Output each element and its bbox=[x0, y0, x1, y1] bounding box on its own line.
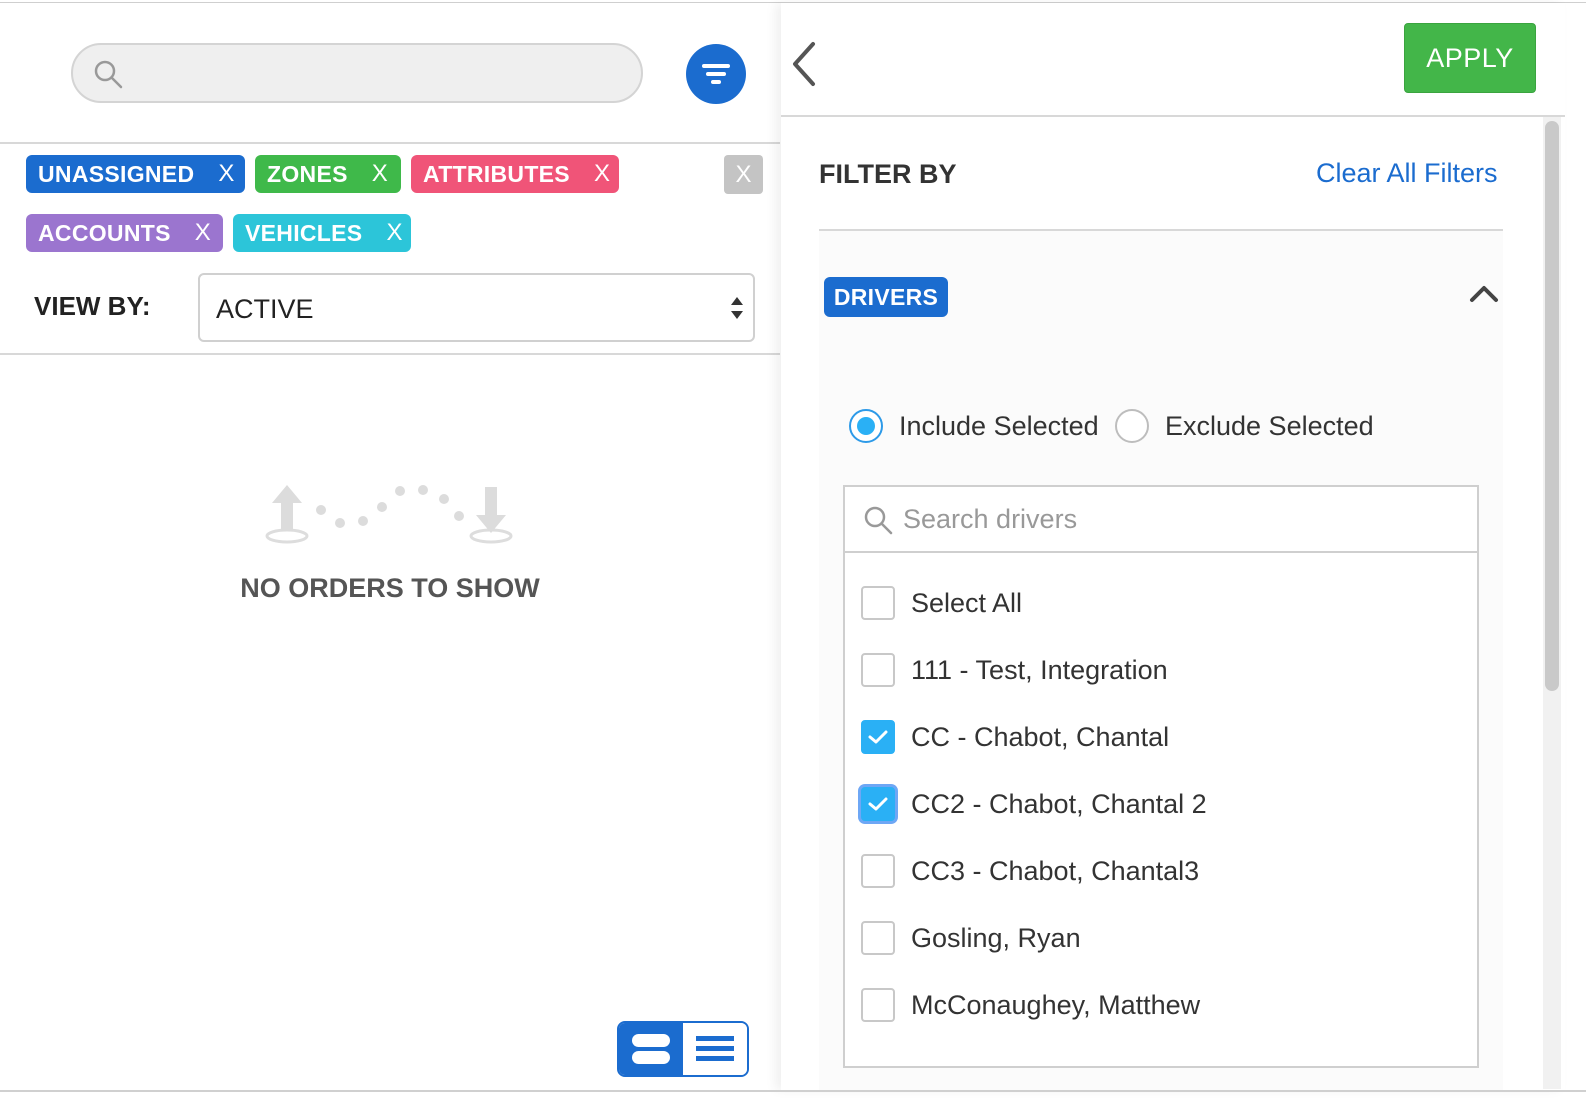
list-view-button[interactable] bbox=[683, 1023, 747, 1075]
chip-label: VEHICLES bbox=[245, 219, 363, 246]
driver-label: CC3 - Chabot, Chantal3 bbox=[911, 855, 1200, 886]
divider bbox=[781, 115, 1565, 117]
radio-label: Include Selected bbox=[899, 410, 1099, 441]
chip-unassigned: UNASSIGNED X bbox=[26, 155, 245, 193]
back-button[interactable] bbox=[787, 40, 821, 88]
drivers-search-input[interactable] bbox=[903, 499, 1443, 539]
driver-row[interactable]: McConaughey, Matthew bbox=[861, 985, 1200, 1025]
chip-accounts: ACCOUNTS X bbox=[26, 214, 223, 252]
order-search-input[interactable] bbox=[133, 53, 613, 93]
card-view-icon bbox=[632, 1034, 670, 1064]
driver-label: Select All bbox=[911, 587, 1023, 618]
filter-by-heading: FILTER BY bbox=[819, 159, 957, 189]
checkbox[interactable] bbox=[861, 854, 895, 888]
apply-button[interactable]: APPLY bbox=[1404, 23, 1536, 93]
driver-row[interactable]: CC3 - Chabot, Chantal3 bbox=[861, 851, 1199, 891]
checkmark-icon bbox=[868, 797, 888, 811]
driver-label: CC2 - Chabot, Chantal 2 bbox=[911, 788, 1207, 819]
search-icon bbox=[864, 506, 893, 535]
chip-label: UNASSIGNED bbox=[38, 160, 195, 187]
drivers-search-box[interactable] bbox=[845, 487, 1477, 553]
checkmark-icon bbox=[868, 730, 888, 744]
list-view-icon bbox=[696, 1036, 734, 1061]
chip-remove-zones[interactable]: X bbox=[372, 160, 388, 188]
include-selected-radio[interactable]: Include Selected bbox=[849, 409, 1099, 443]
drivers-filter-section: DRIVERS Include Selected Exclude Selecte… bbox=[819, 231, 1503, 1091]
chip-remove-unassigned[interactable]: X bbox=[218, 160, 234, 188]
scrollbar-thumb[interactable] bbox=[1545, 121, 1559, 691]
filter-button[interactable] bbox=[686, 44, 746, 104]
empty-state-message: NO ORDERS TO SHOW bbox=[240, 573, 540, 603]
filter-lines-icon bbox=[702, 64, 730, 84]
driver-label: Gosling, Ryan bbox=[911, 922, 1081, 953]
divider bbox=[0, 353, 780, 355]
driver-row-select-all[interactable]: Select All bbox=[861, 583, 1022, 623]
order-search-box[interactable] bbox=[71, 43, 643, 103]
route-empty-icon bbox=[265, 485, 513, 544]
radio-circle bbox=[1115, 409, 1149, 443]
checkbox[interactable] bbox=[861, 653, 895, 687]
chevron-left-icon bbox=[793, 42, 815, 86]
checkbox[interactable] bbox=[861, 787, 895, 821]
drivers-list-box: Select All 111 - Test, Integration CC - … bbox=[843, 485, 1479, 1068]
view-by-value: ACTIVE bbox=[216, 294, 314, 324]
chip-remove-accounts[interactable]: X bbox=[195, 219, 211, 247]
chip-attributes: ATTRIBUTES X bbox=[411, 155, 619, 193]
chip-vehicles: VEHICLES X bbox=[233, 214, 411, 252]
checkbox[interactable] bbox=[861, 586, 895, 620]
view-by-label: VIEW BY: bbox=[34, 291, 151, 321]
driver-label: 111 - Test, Integration bbox=[911, 654, 1168, 685]
orders-panel: UNASSIGNED X ZONES X ATTRIBUTES X X ACCO… bbox=[0, 3, 780, 1090]
card-view-button[interactable] bbox=[619, 1023, 683, 1075]
view-mode-toggle bbox=[617, 1021, 749, 1077]
driver-label: CC - Chabot, Chantal bbox=[911, 721, 1170, 752]
driver-row[interactable]: 111 - Test, Integration bbox=[861, 650, 1168, 690]
driver-label: McConaughey, Matthew bbox=[911, 989, 1201, 1020]
driver-row[interactable]: CC - Chabot, Chantal bbox=[861, 717, 1169, 757]
bottom-border bbox=[0, 1090, 1586, 1092]
checkbox[interactable] bbox=[861, 921, 895, 955]
clear-chips-button[interactable]: X bbox=[724, 155, 763, 194]
checkbox[interactable] bbox=[861, 720, 895, 754]
chip-label: ATTRIBUTES bbox=[423, 160, 570, 187]
search-icon bbox=[94, 60, 123, 89]
radio-label: Exclude Selected bbox=[1165, 410, 1374, 441]
radio-circle bbox=[849, 409, 883, 443]
driver-row[interactable]: CC2 - Chabot, Chantal 2 bbox=[861, 784, 1207, 824]
drivers-section-badge: DRIVERS bbox=[824, 277, 948, 317]
chip-zones: ZONES X bbox=[255, 155, 401, 193]
chip-remove-vehicles[interactable]: X bbox=[386, 219, 402, 247]
driver-row[interactable]: Gosling, Ryan bbox=[861, 918, 1081, 958]
exclude-selected-radio[interactable]: Exclude Selected bbox=[1115, 409, 1374, 443]
clear-all-filters-link[interactable]: Clear All Filters bbox=[1316, 158, 1498, 189]
chevron-up-icon[interactable] bbox=[1469, 283, 1499, 303]
chip-remove-attributes[interactable]: X bbox=[594, 160, 610, 188]
chip-label: ACCOUNTS bbox=[38, 219, 171, 246]
chip-label: ZONES bbox=[267, 160, 348, 187]
view-by-select[interactable]: ACTIVE bbox=[198, 273, 755, 342]
checkbox[interactable] bbox=[861, 988, 895, 1022]
filter-panel: APPLY FILTER BY Clear All Filters DRIVER… bbox=[781, 3, 1565, 1091]
select-arrows-icon bbox=[731, 297, 743, 319]
divider bbox=[0, 142, 780, 144]
